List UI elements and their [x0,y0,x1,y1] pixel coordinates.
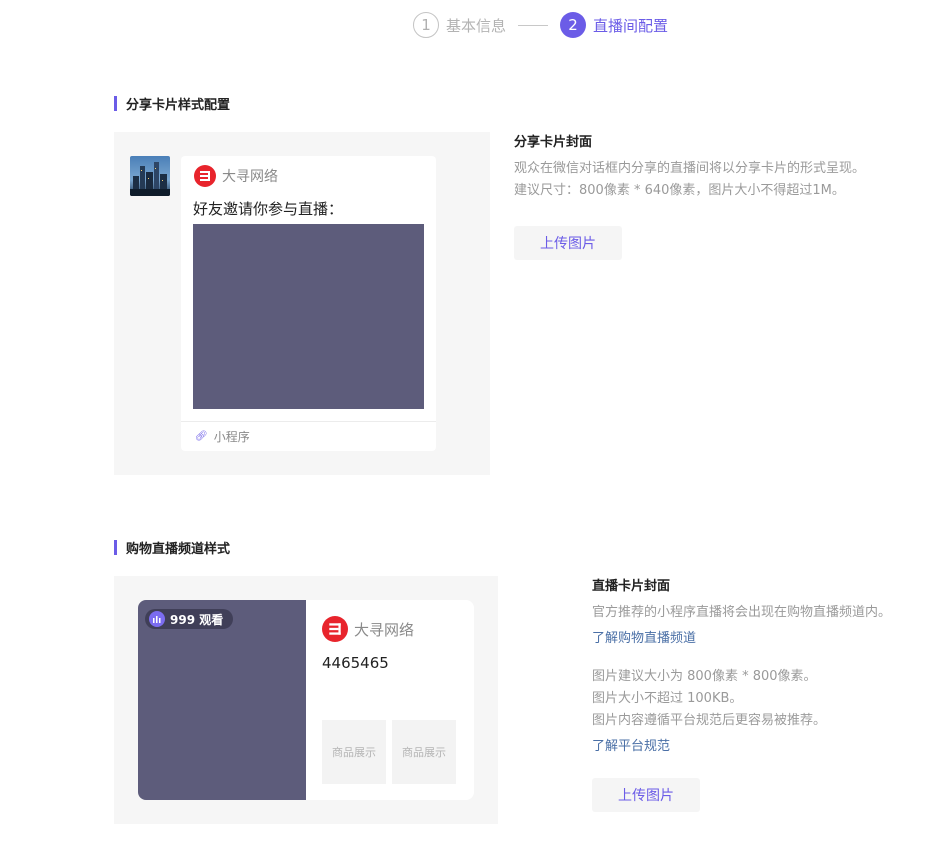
brand-name: 大寻网络 [222,169,278,185]
share-cover-desc-1: 观众在微信对话框内分享的直播间将以分享卡片的形式呈现。 [514,161,866,176]
brand-logo-icon [194,165,216,187]
avatar [130,156,170,196]
live-title: 4465465 [322,654,389,672]
step-2-number[interactable]: 2 [560,12,587,38]
brand-logo-icon [322,616,348,642]
share-cover-placeholder [193,224,424,409]
section-title-bar [114,540,117,555]
image-size-hint: 图片建议大小为 800像素 * 800像素。 [592,669,817,684]
upload-share-cover-button[interactable]: 上传图片 [514,226,622,260]
section-title-share-card: 分享卡片样式配置 [114,94,230,113]
brand-row: 大寻网络 [194,165,278,187]
view-count-badge: 999 观看 [145,609,234,629]
product-placeholder: 商品展示 [392,720,456,784]
invite-text: 好友邀请你参与直播： [193,200,344,218]
upload-live-cover-button[interactable]: 上传图片 [592,778,700,812]
image-filesize-hint: 图片大小不超过 100KB。 [592,691,743,706]
brand-row: 大寻网络 [322,616,414,642]
section-title-text: 购物直播频道样式 [126,542,231,557]
steps-indicator: 1 基本信息 2 直播间配置 [413,11,668,39]
section-title-bar [114,96,117,111]
image-content-hint: 图片内容遵循平台规范后更容易被推荐。 [592,713,827,728]
mini-program-footer: 🔗︎ 小程序 [181,421,436,451]
product-placeholder: 商品展示 [322,720,386,784]
live-bars-icon [149,611,165,627]
live-cover-title: 直播卡片封面 [592,579,671,594]
brand-name: 大寻网络 [354,620,415,639]
share-cover-title: 分享卡片封面 [514,135,593,150]
step-connector [518,24,549,26]
learn-live-channel-link[interactable]: 了解购物直播频道 [592,627,696,646]
learn-platform-rules-link[interactable]: 了解平台规范 [592,735,670,754]
section-title-live-channel: 购物直播频道样式 [114,538,230,557]
section-title-text: 分享卡片样式配置 [126,98,231,113]
share-card: 大寻网络 好友邀请你参与直播： 🔗︎ 小程序 [181,156,436,451]
city-avatar-image [130,156,170,196]
step-1-number[interactable]: 1 [413,12,439,38]
mini-program-label: 小程序 [213,430,250,444]
step-1-label[interactable]: 基本信息 [446,15,506,36]
live-channel-preview-panel: 999 观看 大寻网络 4465465 商品展示 商品展示 [114,576,498,824]
live-cover-desc: 官方推荐的小程序直播将会出现在购物直播频道内。 [592,605,892,620]
step-2-label[interactable]: 直播间配置 [593,15,668,36]
view-count: 999 观看 [170,612,224,627]
share-cover-desc-2: 建议尺寸：800像素 * 640像素，图片大小不得超过1M。 [514,183,845,198]
live-card: 999 观看 大寻网络 4465465 商品展示 商品展示 [138,600,474,800]
live-cover-placeholder: 999 观看 [138,600,306,800]
share-card-preview-panel: 大寻网络 好友邀请你参与直播： 🔗︎ 小程序 [114,132,490,475]
link-icon: 🔗︎ [195,431,208,442]
